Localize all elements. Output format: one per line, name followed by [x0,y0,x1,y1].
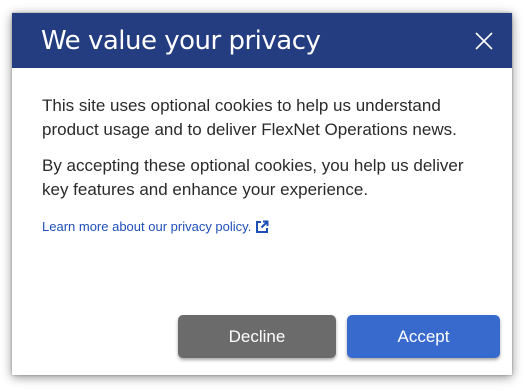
external-link-icon [255,220,269,234]
privacy-policy-link-text[interactable]: Learn more about our privacy policy. [42,219,251,234]
cookie-benefit-text: By accepting these optional cookies, you… [42,156,464,199]
cookie-description: This site uses optional cookies to help … [42,96,457,139]
dialog-title: We value your privacy [41,25,321,56]
dialog-body: This site uses optional cookies to help … [12,68,512,234]
dialog-actions: Decline Accept [178,315,500,358]
dialog-header: We value your privacy [12,13,512,68]
close-icon [475,31,493,50]
decline-button[interactable]: Decline [178,315,336,358]
privacy-dialog: We value your privacy This site uses opt… [12,13,512,375]
accept-button[interactable]: Accept [347,315,500,358]
privacy-policy-link[interactable]: Learn more about our privacy policy. [42,219,487,234]
close-button[interactable] [469,26,499,56]
